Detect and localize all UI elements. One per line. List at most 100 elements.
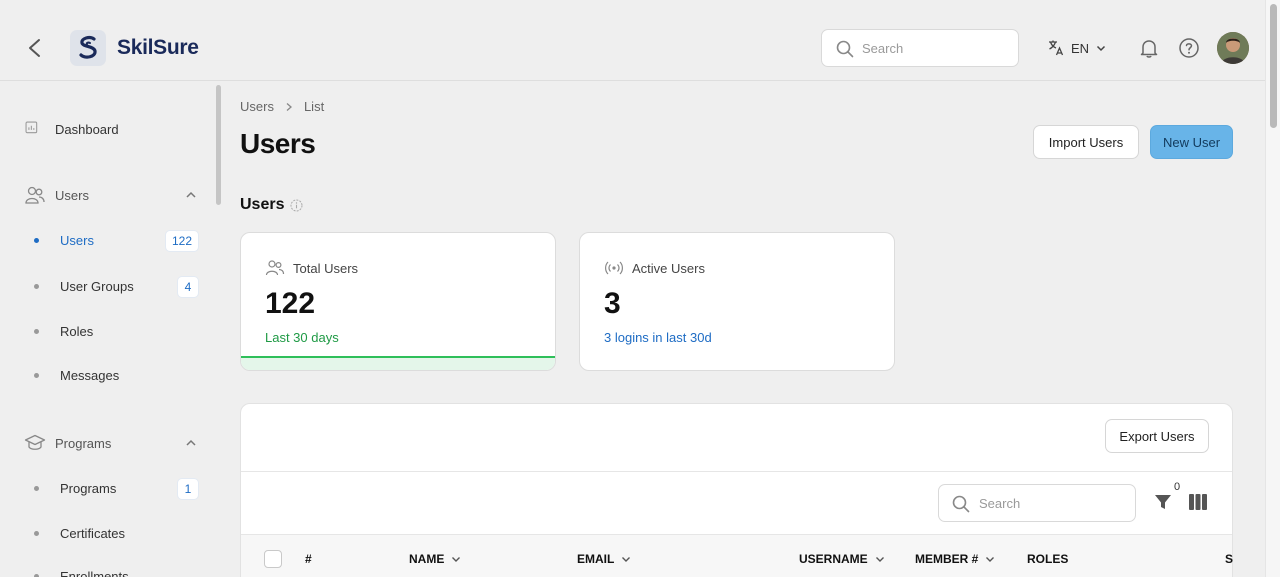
section-title: Users xyxy=(240,196,303,214)
chevron-down-icon xyxy=(622,557,631,562)
stat-trend-bar xyxy=(241,356,555,370)
sidebar-item-label: Programs xyxy=(60,481,117,496)
column-label: S xyxy=(1225,552,1234,566)
column-label: EMAIL xyxy=(577,552,615,566)
table-header-row xyxy=(241,535,1232,577)
column-label: ROLES xyxy=(1027,552,1069,566)
count-badge: 1 xyxy=(177,478,199,500)
language-selector[interactable]: EN xyxy=(1047,38,1107,58)
chevron-down-icon xyxy=(1097,45,1106,52)
chevron-down-icon xyxy=(986,557,995,562)
sidebar-item-dashboard[interactable]: Dashboard xyxy=(24,120,119,138)
column-header-username[interactable]: USERNAME xyxy=(799,552,886,566)
column-header-status: S xyxy=(1225,552,1233,566)
sidebar-item-label: Dashboard xyxy=(55,121,119,137)
sidebar-group-label: Programs xyxy=(55,435,112,451)
users-icon xyxy=(265,260,285,276)
section-title-text: Users xyxy=(240,196,285,213)
breadcrumb: Users List xyxy=(240,99,324,114)
dashboard-icon xyxy=(25,121,38,134)
top-bar: SkilSure EN xyxy=(0,0,1265,81)
search-icon xyxy=(952,495,970,513)
columns-icon[interactable] xyxy=(1188,493,1208,511)
column-header-roles: ROLES xyxy=(1027,552,1068,566)
stat-card-total-users: Total Users 122 Last 30 days xyxy=(240,232,556,371)
sidebar-item-certificates[interactable]: Certificates xyxy=(34,526,125,541)
search-icon xyxy=(836,40,854,58)
sidebar-item-user-groups[interactable]: User Groups xyxy=(34,279,134,294)
page-title: Users xyxy=(240,128,316,159)
breadcrumb-item-list: List xyxy=(303,99,325,114)
column-header-name[interactable]: NAME xyxy=(409,552,462,566)
page-scrollbar[interactable] xyxy=(1265,0,1280,577)
sidebar-item-messages[interactable]: Messages xyxy=(34,368,119,383)
table-search-input[interactable] xyxy=(979,485,1129,521)
translate-icon xyxy=(1049,40,1064,56)
bullet-dot xyxy=(34,284,39,289)
sidebar-item-label: Messages xyxy=(60,368,120,383)
sidebar-item-users[interactable]: Users xyxy=(34,233,94,248)
column-label: # xyxy=(305,552,312,566)
language-code: EN xyxy=(1071,40,1090,56)
global-search-input[interactable] xyxy=(862,30,1012,66)
bullet-dot xyxy=(34,238,39,243)
stat-value: 3 xyxy=(604,287,621,320)
chevron-left-icon[interactable] xyxy=(24,36,46,60)
column-label: NAME xyxy=(409,552,445,566)
stat-value: 122 xyxy=(265,287,316,320)
sidebar-item-label: User Groups xyxy=(60,279,134,294)
help-icon[interactable] xyxy=(1178,37,1200,59)
brand-name: SkilSure xyxy=(117,36,199,59)
divider xyxy=(241,471,1232,472)
filter-icon[interactable] xyxy=(1153,492,1173,512)
avatar[interactable] xyxy=(1217,32,1249,64)
column-label: MEMBER # xyxy=(915,552,979,566)
sidebar-group-programs[interactable]: Programs xyxy=(24,432,111,454)
chevron-down-icon xyxy=(452,557,461,562)
sidebar-item-label: Users xyxy=(60,233,94,248)
column-header-index: # xyxy=(305,552,312,566)
export-users-button[interactable]: Export Users xyxy=(1105,419,1209,453)
bullet-dot xyxy=(34,531,39,536)
users-icon xyxy=(25,186,45,204)
column-header-email[interactable]: EMAIL xyxy=(577,552,632,566)
scrollbar-thumb[interactable] xyxy=(1270,4,1277,128)
stat-subtext: 3 logins in last 30d xyxy=(604,330,712,345)
stat-label: Active Users xyxy=(632,260,705,276)
chevron-up-icon[interactable] xyxy=(184,436,198,450)
bullet-dot xyxy=(34,486,39,491)
stat-label: Total Users xyxy=(293,260,359,276)
brand-logo[interactable] xyxy=(70,30,106,66)
sidebar-group-label: Users xyxy=(55,187,89,203)
sidebar-scrollbar[interactable] xyxy=(216,85,221,205)
stat-card-active-users: Active Users 3 3 logins in last 30d xyxy=(579,232,895,371)
table-search[interactable] xyxy=(938,484,1136,522)
broadcast-icon xyxy=(605,261,623,275)
sidebar-group-users[interactable]: Users xyxy=(24,184,89,206)
select-all-checkbox[interactable] xyxy=(264,550,282,568)
sidebar-item-label: Certificates xyxy=(60,526,126,541)
bullet-dot xyxy=(34,329,39,334)
sidebar-item-label: Roles xyxy=(60,324,94,339)
sidebar-item-label: Enrollments xyxy=(60,569,129,577)
breadcrumb-item-users[interactable]: Users xyxy=(240,99,274,114)
column-header-member-number[interactable]: MEMBER # xyxy=(915,552,996,566)
chevron-up-icon[interactable] xyxy=(184,188,198,202)
new-user-button[interactable]: New User xyxy=(1150,125,1233,159)
import-users-button[interactable]: Import Users xyxy=(1033,125,1139,159)
sidebar-item-programs[interactable]: Programs xyxy=(34,481,116,496)
sidebar: Dashboard Users Users 122 User Groups 4 … xyxy=(0,82,228,577)
info-icon[interactable] xyxy=(290,199,303,212)
count-badge: 4 xyxy=(177,276,199,298)
stat-subtext: Last 30 days xyxy=(265,330,339,345)
column-label: USERNAME xyxy=(799,552,868,566)
global-search[interactable] xyxy=(821,29,1019,67)
count-badge: 122 xyxy=(165,230,200,252)
sidebar-item-roles[interactable]: Roles xyxy=(34,324,93,339)
filter-count-badge: 0 xyxy=(1172,481,1183,493)
sidebar-item-enrollments[interactable]: Enrollments xyxy=(34,569,129,577)
chevron-down-icon xyxy=(875,557,884,562)
bell-icon[interactable] xyxy=(1138,37,1160,59)
bullet-dot xyxy=(34,373,39,378)
chevron-right-icon xyxy=(286,102,292,111)
